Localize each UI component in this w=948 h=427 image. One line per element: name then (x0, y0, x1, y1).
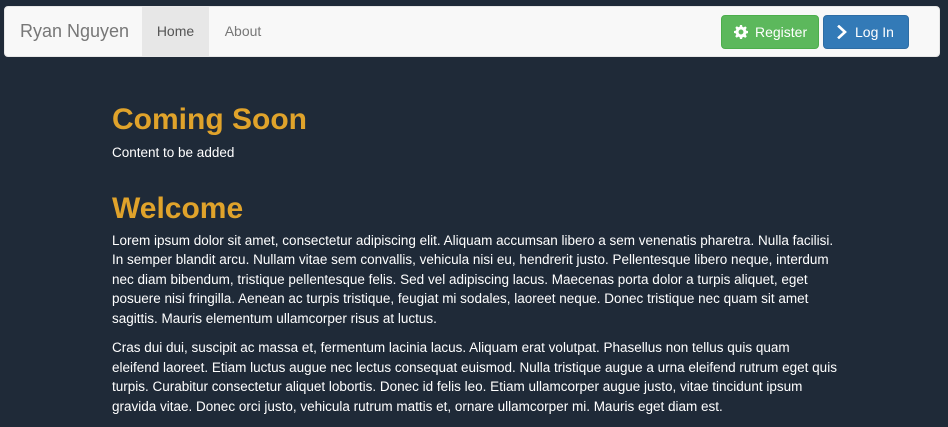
login-label: Log In (855, 24, 894, 40)
gear-icon (734, 25, 748, 39)
top-navbar: Ryan Nguyen Home About Register Log In (4, 6, 940, 57)
register-button[interactable]: Register (721, 15, 819, 49)
chevron-right-icon (836, 25, 848, 39)
register-label: Register (755, 24, 808, 40)
brand-link[interactable]: Ryan Nguyen (20, 7, 129, 56)
welcome-paragraph-2: Cras dui dui, suscipit ac massa et, ferm… (112, 340, 837, 414)
coming-soon-heading: Coming Soon (112, 103, 307, 136)
main-content: Coming Soon Content to be added Welcome … (112, 100, 837, 416)
welcome-paragraph-1: Lorem ipsum dolor sit amet, consectetur … (112, 232, 834, 326)
nav-about-link[interactable]: About (209, 7, 277, 56)
welcome-heading: Welcome (112, 191, 244, 225)
coming-soon-text: Content to be added (112, 145, 235, 160)
nav-home-link[interactable]: Home (142, 7, 209, 56)
login-button[interactable]: Log In (823, 15, 909, 49)
